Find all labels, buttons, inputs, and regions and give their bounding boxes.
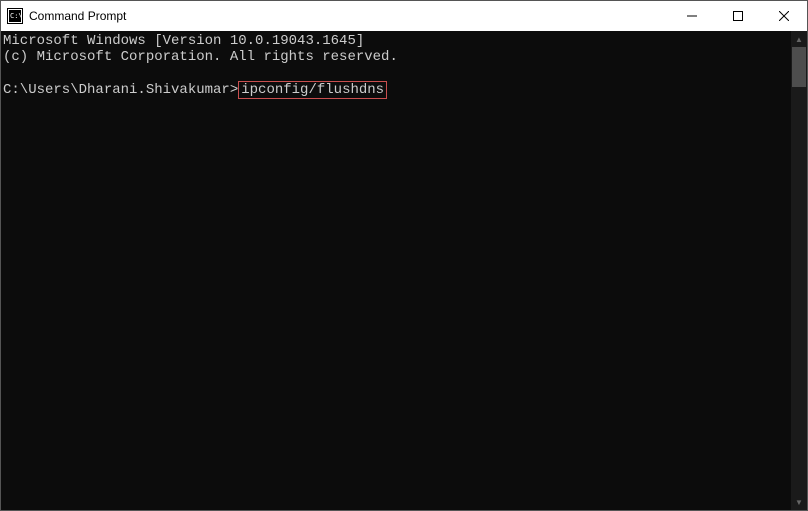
scroll-track[interactable] [791, 47, 807, 494]
output-line: (c) Microsoft Corporation. All rights re… [3, 49, 398, 65]
maximize-button[interactable] [715, 1, 761, 31]
close-button[interactable] [761, 1, 807, 31]
titlebar[interactable]: C:\ Command Prompt [1, 1, 807, 31]
scroll-up-arrow-icon[interactable]: ▲ [791, 31, 807, 47]
scroll-down-arrow-icon[interactable]: ▼ [791, 494, 807, 510]
scroll-thumb[interactable] [792, 47, 806, 87]
console-output[interactable]: Microsoft Windows [Version 10.0.19043.16… [1, 31, 791, 510]
command-highlight: ipconfig/flushdns [238, 81, 387, 99]
minimize-button[interactable] [669, 1, 715, 31]
command-text: ipconfig/flushdns [241, 82, 384, 98]
app-icon: C:\ [7, 8, 23, 24]
svg-text:C:\: C:\ [10, 12, 23, 20]
window-controls [669, 1, 807, 31]
prompt-text: C:\Users\Dharani.Shivakumar> [3, 82, 238, 98]
console-area: Microsoft Windows [Version 10.0.19043.16… [1, 31, 807, 510]
command-prompt-window: C:\ Command Prompt Microsoft Windows [Ve… [0, 0, 808, 511]
window-title: Command Prompt [29, 9, 126, 23]
vertical-scrollbar[interactable]: ▲ ▼ [791, 31, 807, 510]
output-line: Microsoft Windows [Version 10.0.19043.16… [3, 33, 364, 49]
